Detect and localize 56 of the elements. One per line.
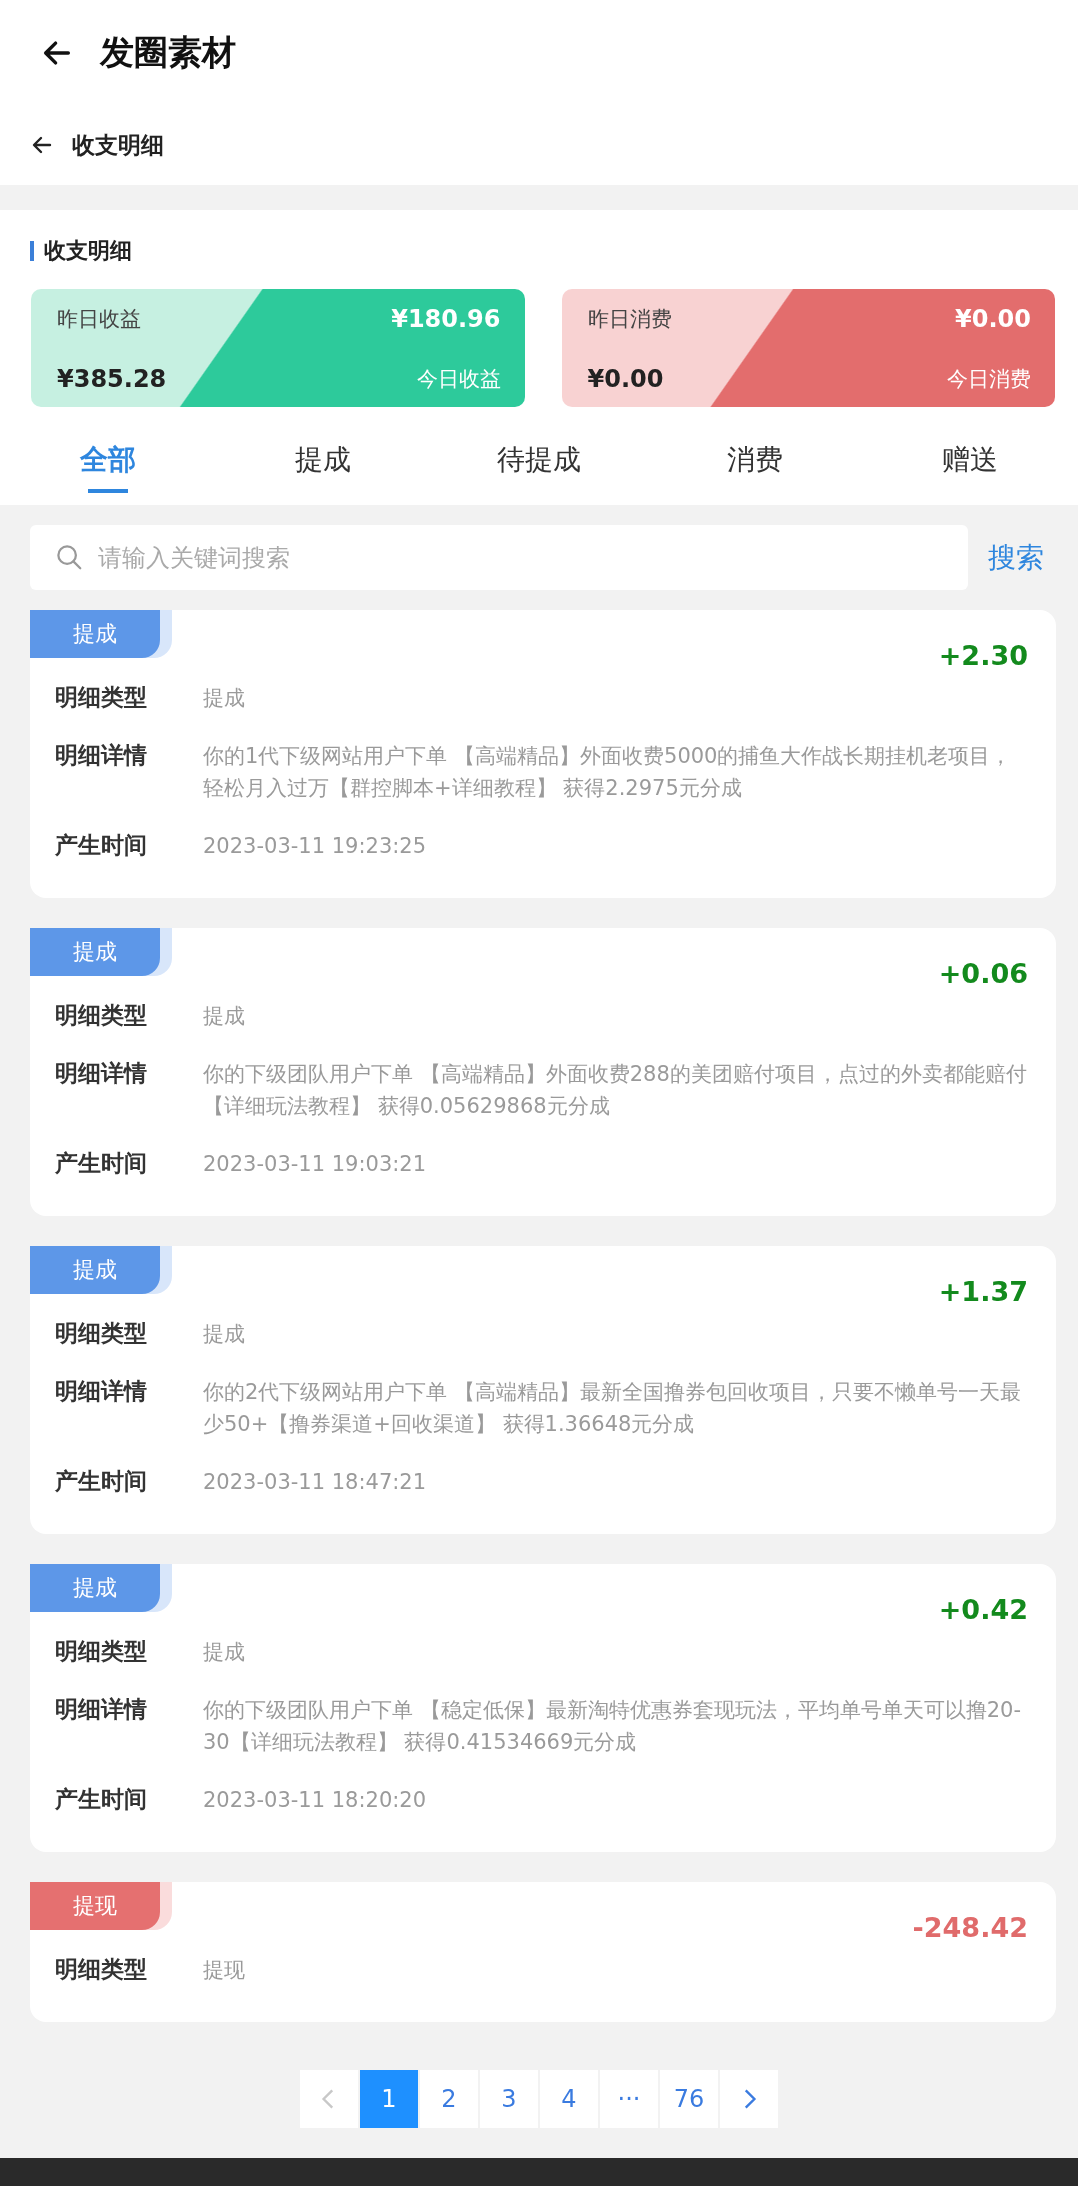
page-button[interactable]: 4 <box>540 2070 598 2128</box>
field-value: 你的下级团队用户下单 【稳定低保】最新淘特优惠券套现玩法，平均单号单天可以撸20-30【详细玩法教程】 获得0.41534669元分成 <box>203 1697 1022 1756</box>
field-value: 2023-03-11 19:23:25 <box>203 833 427 860</box>
field-value: 提成 <box>203 685 245 712</box>
field-value: 你的2代下级网站用户下单 【高端精品】最新全国撸券包回收项目，只要不懒单号一天最少50+【撸券渠道+回收渠道】 获得1.36648元分成 <box>203 1379 1023 1438</box>
field-label: 产生时间 <box>55 831 148 860</box>
search-field[interactable]: 请输入关键词搜索 <box>30 525 968 590</box>
field-value: 2023-03-11 19:03:21 <box>203 1151 427 1178</box>
field-value: 你的1代下级网站用户下单 【高端精品】外面收费5000的捕鱼大作战长期挂机老项目，轻松月入过万【群控脚本+详细教程】 获得2.2975元分成 <box>203 743 1013 802</box>
field-value: 提成 <box>203 1003 245 1030</box>
field-label: 明细类型 <box>55 1319 148 1348</box>
filter-tab[interactable]: 提成 <box>215 421 432 502</box>
amount: +1.37 <box>938 1276 1028 1307</box>
field-value: 2023-03-11 18:47:21 <box>203 1469 427 1496</box>
field-label: 产生时间 <box>55 1785 148 1814</box>
field-value: 提成 <box>203 1321 245 1348</box>
amount: +2.30 <box>938 640 1028 671</box>
page-button[interactable]: 3 <box>480 2070 538 2128</box>
field-value: 提现 <box>203 1957 245 1984</box>
page-button[interactable]: 2 <box>420 2070 478 2128</box>
sub-header-title: 收支明细 <box>72 130 164 160</box>
search-icon <box>54 542 84 572</box>
field-label: 产生时间 <box>55 1149 148 1178</box>
amount: +0.06 <box>938 958 1028 989</box>
filter-tab[interactable]: 待提成 <box>431 421 647 502</box>
summary-value: ¥0.00 <box>587 365 664 394</box>
amount: +0.42 <box>938 1594 1028 1625</box>
field-label: 明细类型 <box>55 1637 148 1666</box>
summary-value: ¥385.28 <box>57 365 167 394</box>
field-label: 明细类型 <box>55 1001 148 1030</box>
summary-value: ¥180.96 <box>391 305 501 334</box>
summary-label: 今日消费 <box>947 366 1031 394</box>
field-label: 明细详情 <box>55 741 148 770</box>
field-value: 你的下级团队用户下单 【高端精品】外面收费288的美团赔付项目，点过的外卖都能赔付【详细玩法教程】 获得0.05629868元分成 <box>203 1061 1028 1120</box>
field-label: 明细类型 <box>55 683 148 712</box>
search-button[interactable]: 搜索 <box>988 538 1044 577</box>
filter-tab[interactable]: 赠送 <box>862 421 1078 502</box>
filter-tab[interactable]: 消费 <box>646 421 863 502</box>
amount: -248.42 <box>912 1912 1028 1943</box>
page-button[interactable]: 76 <box>660 2070 718 2128</box>
summary-value: ¥0.00 <box>955 305 1031 334</box>
page-button[interactable]: ··· <box>600 2070 658 2128</box>
page-title: 发圈素材 <box>100 30 236 74</box>
field-label: 明细详情 <box>55 1059 148 1088</box>
section-title: 收支明细 <box>44 236 132 265</box>
summary-label: 昨日收益 <box>57 306 141 334</box>
field-label: 明细类型 <box>55 1955 148 1984</box>
accent-bar <box>30 240 34 261</box>
field-label: 明细详情 <box>55 1695 148 1724</box>
field-label: 明细详情 <box>55 1377 148 1406</box>
field-value: 提成 <box>203 1639 245 1666</box>
summary-label: 昨日消费 <box>587 306 672 334</box>
field-label: 产生时间 <box>55 1467 148 1496</box>
field-value: 2023-03-11 18:20:20 <box>203 1787 427 1814</box>
summary-label: 今日收益 <box>416 366 501 394</box>
page-button[interactable]: 1 <box>360 2070 418 2128</box>
